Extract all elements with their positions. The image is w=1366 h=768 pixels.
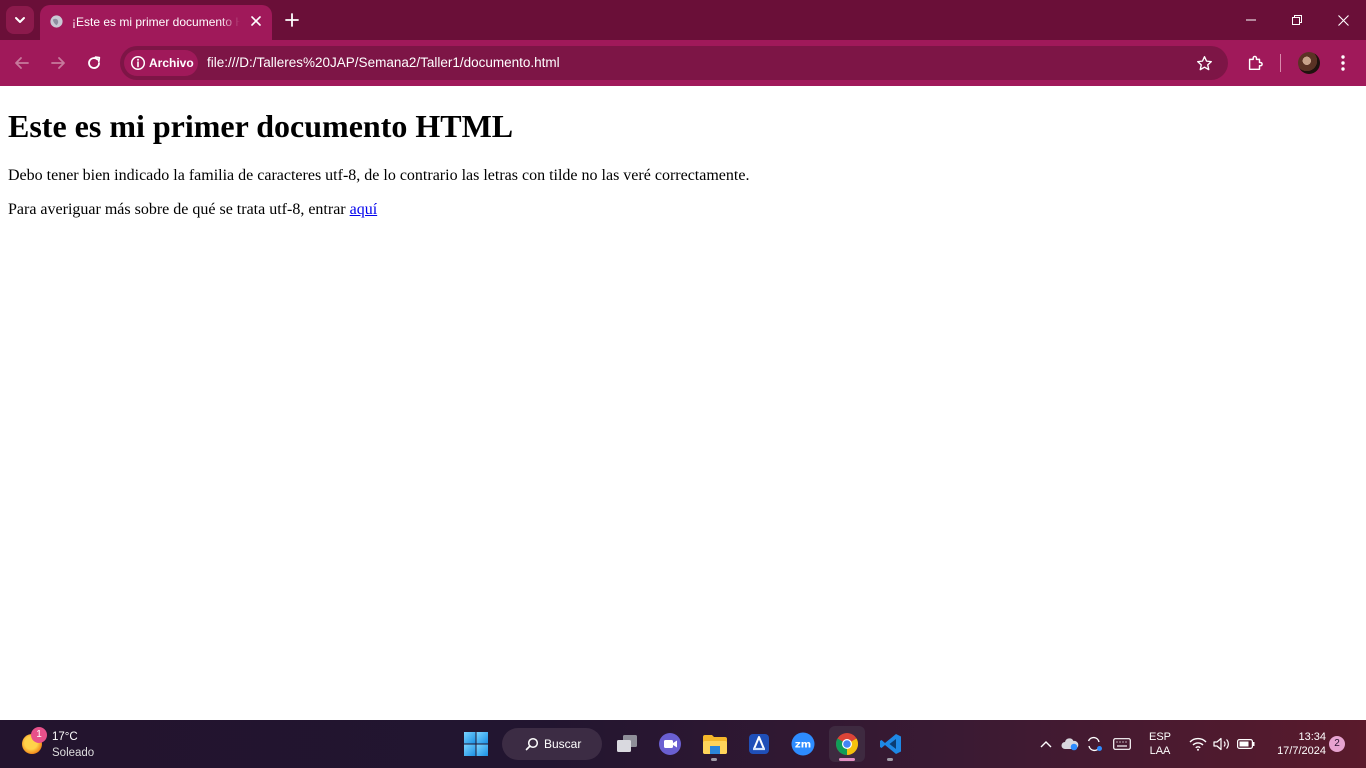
forward-button[interactable] <box>44 49 72 77</box>
folder-icon <box>703 735 727 754</box>
language-code: ESP <box>1148 731 1171 743</box>
chrome-menu-button[interactable] <box>1330 50 1356 76</box>
globe-icon <box>49 14 64 29</box>
browser-toolbar: Archivo file:///D:/Talleres%20JAP/Semana… <box>0 40 1366 86</box>
restore-icon <box>1292 15 1302 25</box>
search-icon <box>525 737 539 751</box>
star-icon <box>1196 55 1212 70</box>
clock-time: 13:34 <box>1298 731 1326 743</box>
plus-icon <box>285 13 299 27</box>
show-hidden-icons-button[interactable] <box>1036 734 1056 754</box>
puzzle-icon <box>1248 55 1263 71</box>
keyboard-tray-button[interactable] <box>1112 734 1132 754</box>
task-view-icon <box>617 735 637 752</box>
weather-condition: Soleado <box>52 747 95 759</box>
back-button[interactable] <box>8 49 36 77</box>
battery-tray-button[interactable] <box>1236 734 1256 754</box>
chrome-button[interactable] <box>829 726 865 762</box>
weather-temperature: 17°C <box>52 731 78 743</box>
paragraph-link-text: Para averiguar más sobre de qué se trata… <box>8 201 350 218</box>
tab-title: ¡Este es mi primer documento HTML <box>72 15 240 29</box>
profile-avatar[interactable] <box>1298 52 1320 74</box>
vscode-icon <box>880 734 901 754</box>
site-info-chip[interactable]: Archivo <box>124 50 198 76</box>
bookmark-star-button[interactable] <box>1193 52 1215 74</box>
svg-text:zm: zm <box>795 740 811 751</box>
info-icon <box>130 55 146 71</box>
new-tab-button[interactable] <box>280 8 304 32</box>
notification-badge[interactable]: 2 <box>1329 736 1345 752</box>
chevron-down-icon <box>15 17 25 23</box>
browser-tab-active[interactable]: ¡Este es mi primer documento HTML <box>40 5 272 40</box>
arrow-left-icon <box>15 57 29 69</box>
chevron-up-icon <box>1040 741 1052 748</box>
scissors-app-icon <box>749 734 769 754</box>
wifi-icon <box>1189 737 1207 751</box>
window-close-button[interactable] <box>1320 0 1366 40</box>
video-call-icon <box>659 733 681 755</box>
arrow-right-icon <box>51 57 65 69</box>
sync-icon <box>1087 736 1102 752</box>
cloud-icon <box>1061 738 1079 751</box>
onedrive-tray-button[interactable] <box>1060 734 1080 754</box>
toolbar-divider <box>1280 54 1281 72</box>
minimize-button[interactable] <box>1228 0 1274 40</box>
zoom-icon: zm <box>791 732 815 756</box>
clock-button[interactable]: 13:34 17/7/2024 <box>1262 730 1326 758</box>
paragraph-link: Para averiguar más sobre de qué se trata… <box>8 201 377 219</box>
keyboard-icon <box>1113 738 1131 750</box>
windows-logo-icon <box>464 732 488 756</box>
close-icon <box>1337 14 1349 26</box>
running-indicator <box>887 758 893 761</box>
file-explorer-button[interactable] <box>697 726 733 762</box>
tab-search-button[interactable] <box>6 6 34 34</box>
battery-icon <box>1237 739 1255 749</box>
vscode-button[interactable] <box>873 726 909 762</box>
page-heading: Este es mi primer documento HTML <box>8 108 514 144</box>
tab-close-button[interactable] <box>246 11 266 31</box>
start-button[interactable] <box>462 730 490 758</box>
paragraph-utf8: Debo tener bien indicado la familia de c… <box>8 167 750 184</box>
speaker-icon <box>1213 737 1229 751</box>
running-indicator <box>711 758 717 761</box>
task-view-button[interactable] <box>609 726 645 762</box>
volume-tray-button[interactable] <box>1212 734 1232 754</box>
sync-tray-button[interactable] <box>1084 734 1104 754</box>
teams-meet-button[interactable] <box>652 726 688 762</box>
aqui-link[interactable]: aquí <box>350 201 378 218</box>
close-icon <box>251 16 261 26</box>
zoom-button[interactable]: zm <box>785 726 821 762</box>
tab-strip: ¡Este es mi primer documento HTML <box>0 0 1366 40</box>
input-language-button[interactable]: ESP LAA <box>1146 730 1174 758</box>
clock-date: 17/7/2024 <box>1277 745 1326 757</box>
url-text[interactable]: file:///D:/Talleres%20JAP/Semana2/Taller… <box>207 54 560 72</box>
site-info-label: Archivo <box>149 56 194 70</box>
snipping-tool-button[interactable] <box>741 726 777 762</box>
extensions-button[interactable] <box>1242 50 1268 76</box>
more-vertical-icon <box>1341 55 1345 71</box>
weather-badge: 1 <box>31 727 47 743</box>
minimize-icon <box>1246 19 1256 21</box>
reload-button[interactable] <box>80 49 108 77</box>
reload-icon <box>88 56 101 69</box>
search-label: Buscar <box>544 737 582 751</box>
wifi-tray-button[interactable] <box>1188 734 1208 754</box>
windows-taskbar: 1 17°C Soleado Buscar zm ESP LAA 13:34 1… <box>0 720 1366 768</box>
address-bar[interactable]: Archivo file:///D:/Talleres%20JAP/Semana… <box>120 46 1228 80</box>
keyboard-layout: LAA <box>1149 745 1171 757</box>
chrome-icon <box>836 733 858 755</box>
restore-button[interactable] <box>1274 0 1320 40</box>
page-viewport: Este es mi primer documento HTML Debo te… <box>0 87 1366 720</box>
taskbar-search[interactable]: Buscar <box>502 728 602 760</box>
running-indicator <box>839 758 855 761</box>
